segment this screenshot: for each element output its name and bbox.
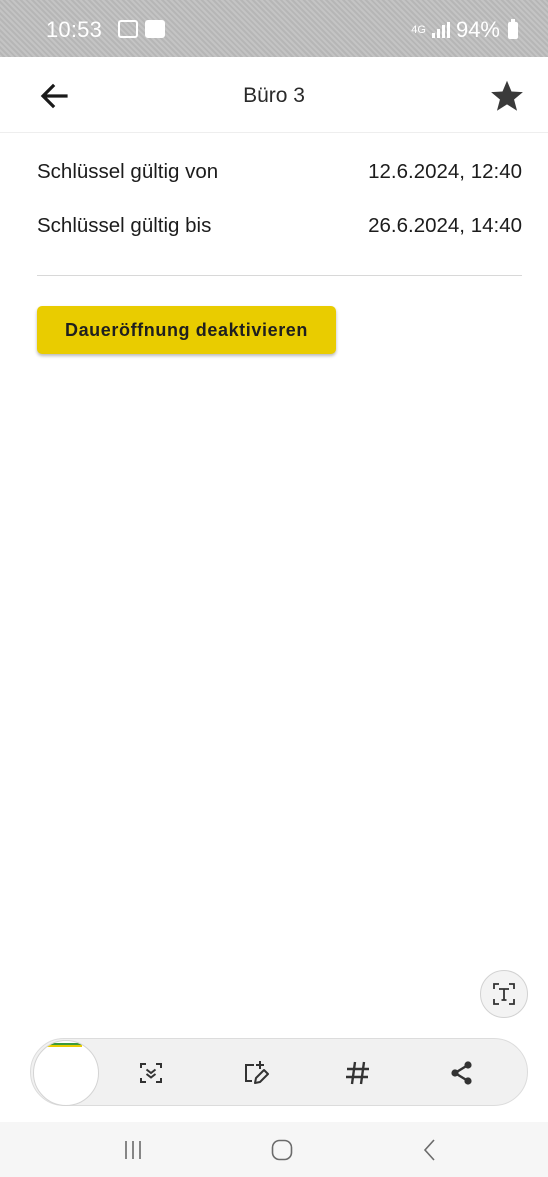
battery-level: 94%	[455, 17, 500, 42]
text-extract-icon	[493, 983, 515, 1005]
share-icon	[451, 1061, 472, 1085]
notification-icon	[118, 20, 138, 38]
capture-toolbar	[30, 1038, 528, 1106]
draw-button[interactable]	[231, 1049, 279, 1097]
key-validity-section: Schlüssel gültig von 12.6.2024, 12:40 Sc…	[37, 160, 522, 243]
text-extract-button[interactable]	[480, 970, 528, 1018]
recent-apps-icon	[125, 1141, 141, 1159]
valid-from-row: Schlüssel gültig von 12.6.2024, 12:40	[37, 160, 522, 189]
system-back-button[interactable]	[402, 1130, 458, 1170]
star-icon	[491, 80, 523, 111]
valid-from-value: 12.6.2024, 12:40	[368, 160, 522, 183]
page-title: Büro 3	[243, 84, 305, 107]
home-button[interactable]	[254, 1130, 310, 1170]
hashtag-icon	[346, 1061, 369, 1085]
divider	[37, 275, 522, 276]
screenshot-thumbnail[interactable]	[33, 1040, 99, 1106]
valid-until-row: Schlüssel gültig bis 26.6.2024, 14:40	[37, 214, 522, 243]
valid-until-label: Schlüssel gültig bis	[37, 214, 212, 237]
share-button[interactable]	[438, 1049, 486, 1097]
valid-from-label: Schlüssel gültig von	[37, 160, 219, 183]
signal-icon	[431, 22, 450, 38]
battery-icon	[508, 18, 518, 39]
navigation-bar	[0, 1122, 548, 1177]
recent-apps-button[interactable]	[105, 1130, 161, 1170]
home-icon	[271, 1139, 293, 1161]
app-bar: Büro 3	[0, 57, 548, 133]
network-type: 4G	[411, 24, 426, 36]
draw-icon	[245, 1061, 269, 1084]
scroll-capture-button[interactable]	[127, 1049, 175, 1097]
hashtag-button[interactable]	[334, 1049, 382, 1097]
status-bar: 10:53 4G 94%	[0, 0, 548, 57]
deactivate-permanent-opening-button[interactable]: Daueröffnung deaktivieren	[37, 306, 336, 354]
scroll-capture-icon	[140, 1063, 162, 1083]
favorite-button[interactable]	[484, 73, 530, 119]
image-icon	[145, 20, 165, 38]
valid-until-value: 26.6.2024, 14:40	[368, 214, 522, 237]
status-time: 10:53	[46, 17, 103, 42]
back-icon	[423, 1139, 435, 1161]
